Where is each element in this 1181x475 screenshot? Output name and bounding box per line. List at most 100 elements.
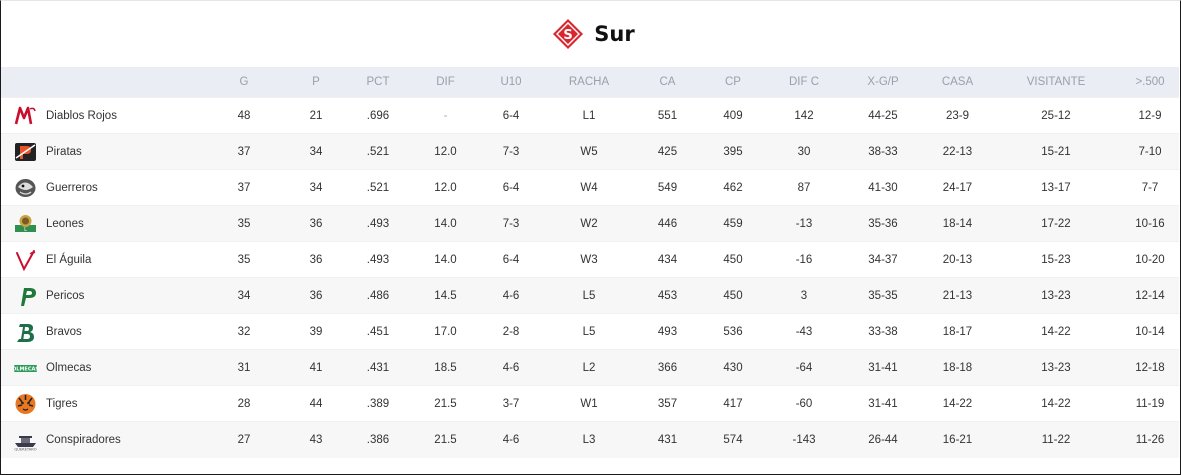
team-name[interactable]: Pericos — [46, 290, 84, 302]
team-cell-content: Diablos Rojos — [12, 104, 200, 128]
cell-difc: -64 — [766, 349, 842, 386]
table-row[interactable]: Guerreros 37 34.521 12.0 6-4 W4 549 462 87 41-30 2… — [1, 169, 1179, 206]
team-name[interactable]: El Águila — [46, 254, 91, 266]
team-cell-content: QUERÉTARO Conspiradores — [12, 428, 200, 452]
column-header-racha: RACHA — [568, 76, 610, 88]
cell-cp: 450 — [700, 277, 766, 314]
table-row[interactable]: Tigres 28 44.389 21.5 3-7 W1 357 417 -60 31-41 14-… — [1, 385, 1179, 422]
team-name[interactable]: Diablos Rojos — [46, 110, 117, 122]
cell-pct: .386 — [344, 421, 412, 458]
team-cell[interactable]: Tigres — [1, 385, 200, 422]
cell-pct: .521 — [344, 169, 412, 206]
cell-p: 44 — [288, 385, 344, 422]
cell-ca: 446 — [635, 205, 700, 242]
team-cell[interactable]: Diablos Rojos — [1, 97, 200, 134]
cell-xgp: 44-25 — [842, 97, 924, 134]
column-header-difc: DIF C — [788, 76, 820, 88]
column-header-xgp: X-G/P — [867, 76, 899, 88]
cell-u10: 3-7 — [479, 385, 543, 422]
cell-p: 43 — [288, 421, 344, 458]
team-cell[interactable]: Piratas — [1, 133, 200, 170]
cell-visitante: 13-23 — [991, 277, 1121, 314]
team-name[interactable]: Tigres — [46, 398, 78, 410]
table-row[interactable]: Piratas 37 34.521 12.0 7-3 W5 425 395 30 38-33 22-… — [1, 133, 1179, 170]
team-cell-content: L Leones — [12, 212, 200, 236]
table-row[interactable]: Diablos Rojos 48 21.696-6-4 L1 551 409 142 44-2… — [1, 97, 1179, 134]
team-cell[interactable]: Guerreros — [1, 169, 200, 206]
team-name[interactable]: Olmecas — [46, 362, 91, 374]
cell-over500: 11-19 — [1121, 385, 1179, 422]
cell-cp: 395 — [700, 133, 766, 170]
cell-casa: 14-22 — [924, 385, 991, 422]
cell-visitante: 13-17 — [991, 169, 1121, 206]
cell-visitante: 17-22 — [991, 205, 1121, 242]
cell-u10: 6-4 — [479, 169, 543, 206]
team-name[interactable]: Guerreros — [46, 182, 98, 194]
table-row[interactable]: Bravos 32 39.451 17.0 2-8 L5 493 536 -43 33-38 18-… — [1, 313, 1179, 350]
column-header-dif: DIF — [436, 76, 455, 88]
cell-visitante: 14-22 — [991, 313, 1121, 350]
cell-pct: .486 — [344, 277, 412, 314]
table-row[interactable]: QUERÉTARO Conspiradores 27 43.386 21.5 4-6 L3 4… — [1, 421, 1179, 458]
cell-ca: 551 — [635, 97, 700, 134]
table-row[interactable]: L Leones 35 36.493 14.0 7-3 W2 446 459 -13 35-36 18… — [1, 205, 1179, 242]
cell-racha: L3 — [543, 421, 635, 458]
cell-cp: 536 — [700, 313, 766, 350]
diablos-rojos-logo-icon — [12, 104, 39, 128]
cell-visitante: 15-21 — [991, 133, 1121, 170]
column-header-pct: PCT — [366, 76, 390, 88]
cell-casa: 16-21 — [924, 421, 991, 458]
cell-pct: .451 — [344, 313, 412, 350]
column-header-visitante: VISITANTE — [1026, 76, 1086, 88]
team-cell-content: Tigres — [12, 392, 200, 416]
cell-ca: 493 — [635, 313, 700, 350]
cell-over500: 7-10 — [1121, 133, 1179, 170]
cell-dif: 21.5 — [412, 421, 479, 458]
standings-table: G P PCT DIF U10 RACHA CA CP DIF C X-G/P CASA VISITA… — [1, 67, 1179, 458]
cell-xgp: 38-33 — [842, 133, 924, 170]
cell-g: 35 — [200, 241, 288, 278]
cell-visitante: 25-12 — [991, 97, 1121, 134]
cell-racha: W5 — [543, 133, 635, 170]
team-cell[interactable]: OLMECAS Olmecas — [1, 349, 200, 386]
team-name[interactable]: Leones — [46, 218, 84, 230]
table-row[interactable]: El Águila 35 36.493 14.0 6-4 W3 434 450 -16 34-37… — [1, 241, 1179, 278]
team-cell[interactable]: Bravos — [1, 313, 200, 350]
team-cell[interactable]: QUERÉTARO Conspiradores — [1, 421, 200, 458]
team-name[interactable]: Piratas — [46, 146, 82, 158]
column-header-p: P — [312, 76, 320, 88]
team-cell[interactable]: El Águila — [1, 241, 200, 278]
cell-difc: 3 — [766, 277, 842, 314]
table-row[interactable]: Pericos 34 36.486 14.5 4-6 L5 453 450 3 35-35 21-1… — [1, 277, 1179, 314]
cell-dif: 21.5 — [412, 385, 479, 422]
page-title: Sur — [594, 22, 635, 46]
cell-xgp: 33-38 — [842, 313, 924, 350]
table-row[interactable]: OLMECAS Olmecas 31 41.431 18.5 4-6 L2 366 430 -64… — [1, 349, 1179, 386]
cell-p: 34 — [288, 169, 344, 206]
team-cell[interactable]: Pericos — [1, 277, 200, 314]
cell-over500: 10-16 — [1121, 205, 1179, 242]
cell-casa: 22-13 — [924, 133, 991, 170]
team-cell-content: Bravos — [12, 320, 200, 344]
cell-g: 37 — [200, 133, 288, 170]
team-cell[interactable]: L Leones — [1, 205, 200, 242]
team-name[interactable]: Bravos — [46, 326, 82, 338]
cell-p: 41 — [288, 349, 344, 386]
cell-dif: 12.0 — [412, 169, 479, 206]
cell-cp: 430 — [700, 349, 766, 386]
cell-cp: 450 — [700, 241, 766, 278]
cell-racha: L2 — [543, 349, 635, 386]
team-name[interactable]: Conspiradores — [46, 434, 121, 446]
column-header-team — [1, 67, 200, 98]
cell-pct: .431 — [344, 349, 412, 386]
cell-difc: 30 — [766, 133, 842, 170]
cell-u10: 7-3 — [479, 205, 543, 242]
cell-g: 35 — [200, 205, 288, 242]
cell-casa: 23-9 — [924, 97, 991, 134]
cell-u10: 7-3 — [479, 133, 543, 170]
cell-xgp: 31-41 — [842, 385, 924, 422]
conspiradores-logo-icon: QUERÉTARO — [12, 428, 39, 452]
cell-difc: -13 — [766, 205, 842, 242]
cell-difc: 142 — [766, 97, 842, 134]
cell-dif: 18.5 — [412, 349, 479, 386]
